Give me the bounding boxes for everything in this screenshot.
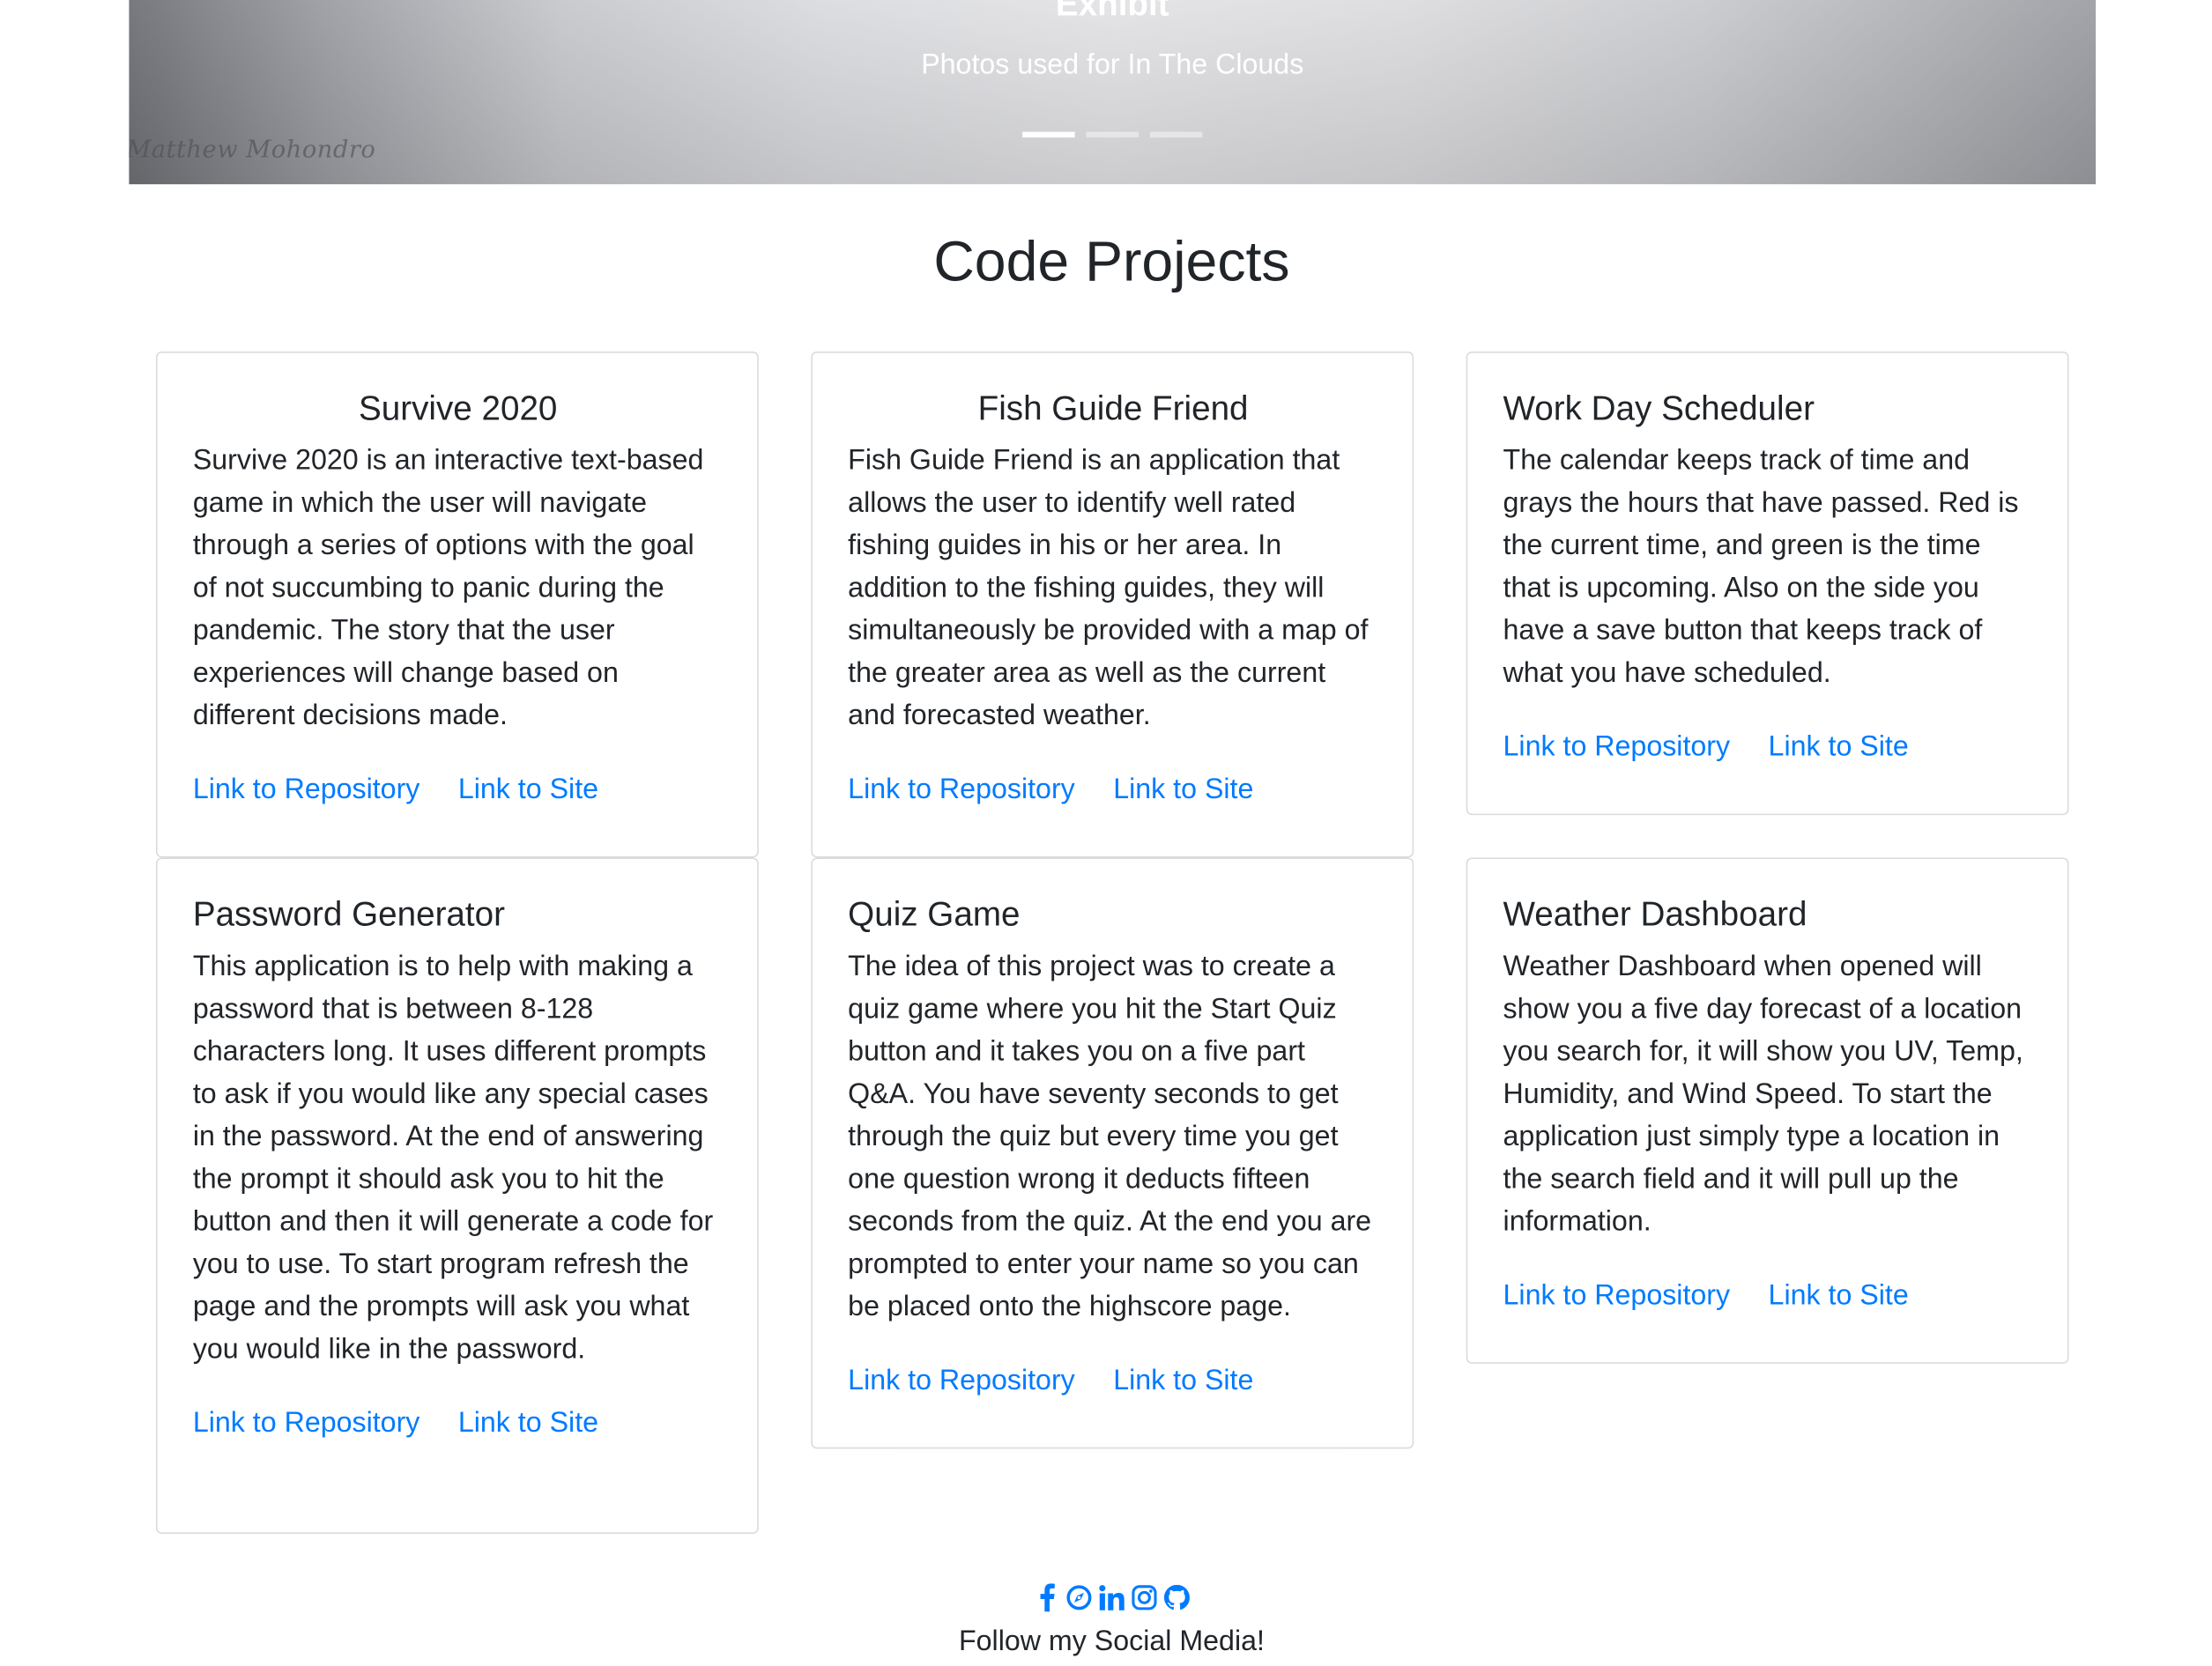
site-link[interactable]: Link to Site	[1769, 1280, 1909, 1311]
section-title: Code Projects	[933, 231, 1290, 294]
repository-link[interactable]: Link to Repository	[193, 774, 420, 805]
site-link[interactable]: Link to Site	[458, 1408, 598, 1439]
repository-link[interactable]: Link to Repository	[193, 1408, 420, 1439]
project-title: Password Generator	[192, 895, 505, 935]
project-description: Fish Guide Friend is an application that…	[848, 445, 1369, 732]
project-title: Quiz Game	[848, 895, 1021, 935]
photographer-signature: Matthew Mohondro	[129, 136, 376, 165]
repository-link[interactable]: Link to Repository	[1503, 731, 1731, 762]
follow-social-text: Follow my Social Media!	[958, 1625, 1265, 1657]
site-link[interactable]: Link to Site	[1769, 731, 1909, 762]
project-title: Weather Dashboard	[1503, 895, 1807, 935]
project-description: Weather Dashboard when opened will show …	[1503, 951, 2023, 1238]
project-card: Weather Dashboard Weather Dashboard when…	[1466, 857, 2069, 1364]
facebook-icon[interactable]	[1034, 1582, 1059, 1613]
linkedin-icon[interactable]	[1099, 1582, 1125, 1613]
instagram-icon[interactable]	[1132, 1582, 1157, 1613]
hero-carousel[interactable]: Exhibit Photos used for In The Clouds Ma…	[129, 0, 2097, 185]
project-card: Quiz Game The idea of this project was t…	[811, 857, 1414, 1449]
portfolio-compass-icon[interactable]	[1066, 1582, 1092, 1613]
project-links: Link to Repository Link to Site	[1503, 726, 2034, 768]
project-description: This application is to help with making …	[192, 951, 714, 1366]
github-icon[interactable]	[1163, 1582, 1190, 1613]
carousel-indicator-1[interactable]	[1022, 131, 1075, 138]
carousel-indicator-2[interactable]	[1086, 131, 1139, 138]
project-card: Survive 2020 Survive 2020 is an interact…	[155, 352, 759, 858]
site-link[interactable]: Link to Site	[1113, 774, 1253, 805]
social-links	[0, 1582, 2212, 1613]
project-links: Link to Repository Link to Site	[193, 1402, 724, 1444]
project-card: Work Day Scheduler The calendar keeps tr…	[1466, 352, 2069, 816]
project-links: Link to Repository Link to Site	[848, 1359, 1378, 1402]
project-title: Survive 2020	[359, 389, 558, 428]
carousel-indicators	[129, 131, 2096, 138]
project-description: The calendar keeps track of time and gra…	[1503, 445, 2019, 689]
project-card: Fish Guide Friend Fish Guide Friend is a…	[811, 352, 1414, 858]
carousel-indicator-3[interactable]	[1149, 131, 1203, 138]
project-title: Fish Guide Friend	[977, 389, 1249, 428]
project-title: Work Day Scheduler	[1503, 389, 1815, 428]
project-description: Survive 2020 is an interactive text-base…	[192, 445, 704, 732]
project-card: Password Generator This application is t…	[155, 857, 759, 1534]
repository-link[interactable]: Link to Repository	[848, 1365, 1075, 1396]
project-links: Link to Repository Link to Site	[1503, 1274, 2034, 1316]
project-description: The idea of this project was to create a…	[848, 951, 1372, 1323]
carousel-caption-subtitle: Photos used for In The Clouds	[921, 49, 1304, 81]
project-links: Link to Repository Link to Site	[848, 768, 1378, 811]
project-links: Link to Repository Link to Site	[193, 768, 724, 811]
carousel-caption-title: Exhibit	[1055, 0, 1169, 25]
repository-link[interactable]: Link to Repository	[1503, 1280, 1731, 1311]
site-link[interactable]: Link to Site	[1113, 1365, 1253, 1396]
site-link[interactable]: Link to Site	[458, 774, 598, 805]
repository-link[interactable]: Link to Repository	[848, 774, 1075, 805]
